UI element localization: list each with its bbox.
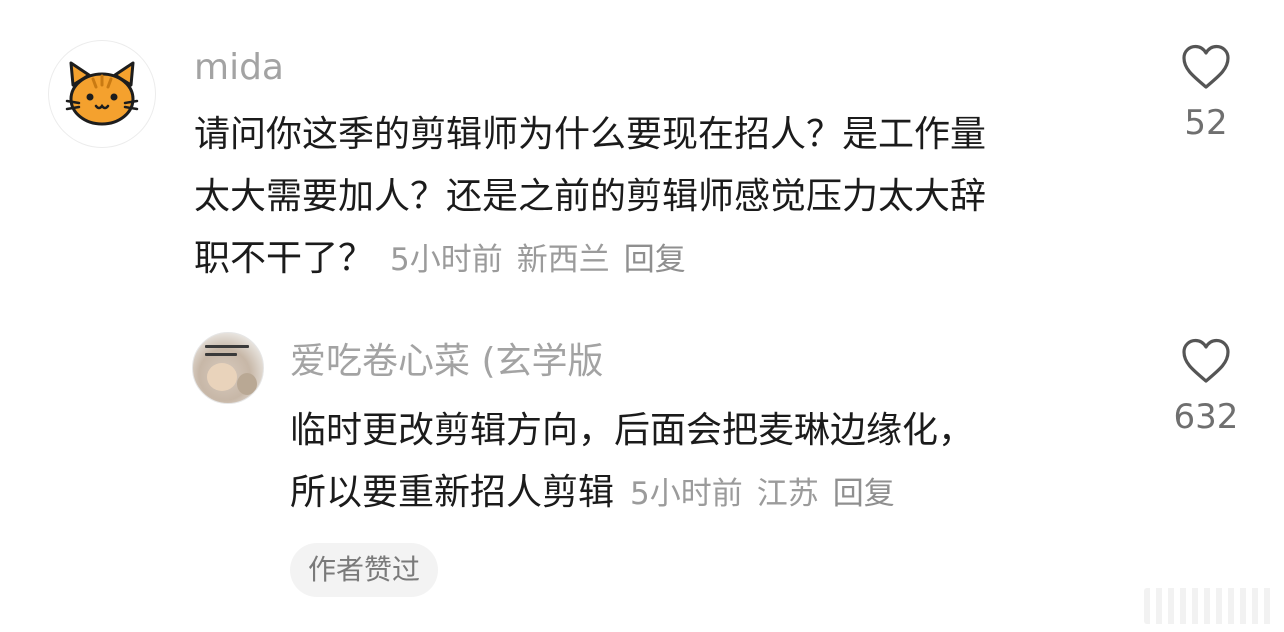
avatar[interactable] bbox=[48, 40, 156, 148]
comment-text-line: 请问你这季的剪辑师为什么要现在招人？是工作量 bbox=[194, 114, 987, 155]
reply-like-count: 632 bbox=[1173, 397, 1239, 437]
comment-text-tail: 职不干了？ bbox=[194, 238, 375, 279]
reply-meta: 5小时前 江苏 回复 bbox=[630, 476, 909, 512]
reply-location: 江苏 bbox=[756, 476, 819, 512]
comment-text-line: 太大需要加人？还是之前的剪辑师感觉压力太大辞 bbox=[194, 176, 987, 217]
reply-body[interactable]: 临时更改剪辑方向，后面会把麦琳边缘化， 所以要重新招人剪辑 5小时前 江苏 回复 bbox=[290, 400, 974, 525]
avatar-meme-text-stroke bbox=[205, 353, 237, 356]
reply-button[interactable]: 回复 bbox=[624, 242, 686, 278]
avatar-meme-text-stroke bbox=[205, 345, 249, 348]
reply-text-line: 临时更改剪辑方向，后面会把麦琳边缘化， bbox=[290, 410, 975, 451]
heart-outline-icon bbox=[1182, 44, 1230, 89]
reply-like-button[interactable]: 632 bbox=[1151, 338, 1261, 434]
reply-text-line-last: 所以要重新招人剪辑 5小时前 江苏 回复 bbox=[290, 462, 974, 525]
like-button[interactable]: 52 bbox=[1151, 44, 1261, 140]
comment-time: 5小时前 bbox=[390, 242, 503, 278]
reply-text-tail: 所以要重新招人剪辑 bbox=[290, 472, 615, 513]
comment-location: 新西兰 bbox=[516, 242, 610, 278]
comment-text-line-last: 职不干了？ 5小时前 新西兰 回复 bbox=[194, 228, 986, 291]
author-liked-badge: 作者赞过 bbox=[290, 543, 439, 597]
watermark bbox=[1144, 588, 1276, 624]
reply-time: 5小时前 bbox=[630, 476, 743, 512]
avatar-meme-figure bbox=[237, 373, 257, 395]
cat-face-icon bbox=[65, 61, 139, 126]
comment-body[interactable]: 请问你这季的剪辑师为什么要现在招人？是工作量 太大需要加人？还是之前的剪辑师感觉… bbox=[194, 104, 986, 291]
like-count: 52 bbox=[1184, 103, 1228, 143]
reply-reply-button[interactable]: 回复 bbox=[833, 476, 895, 512]
avatar-meme-figure bbox=[207, 363, 237, 391]
heart-outline-icon bbox=[1182, 338, 1230, 383]
comment-meta: 5小时前 新西兰 回复 bbox=[390, 242, 700, 278]
comment-username[interactable]: mida bbox=[194, 50, 284, 86]
reply-avatar[interactable] bbox=[192, 332, 264, 404]
reply-username[interactable]: 爱吃卷心菜 (玄学版 bbox=[290, 344, 604, 380]
